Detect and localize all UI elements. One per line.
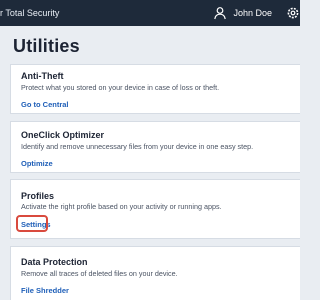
page-title: Utilities — [13, 36, 80, 56]
card-title: Data Protection — [21, 257, 88, 267]
top-bar: r Total Security John Doe — [0, 0, 300, 26]
card-description: Protect what you stored on your device i… — [21, 83, 220, 92]
app-title: r Total Security — [0, 8, 60, 18]
card-anti-theft: Anti-Theft Protect what you stored on yo… — [10, 64, 300, 114]
card-description: Activate the right profile based on your… — [21, 202, 222, 211]
settings-link-highlight — [16, 215, 48, 232]
gear-icon[interactable] — [286, 6, 300, 20]
card-title: OneClick Optimizer — [21, 130, 105, 140]
card-oneclick-optimizer: OneClick Optimizer Identify and remove u… — [10, 121, 300, 173]
optimize-link[interactable]: Optimize — [21, 159, 53, 168]
person-icon — [213, 6, 227, 20]
card-profiles: Profiles Activate the right profile base… — [10, 179, 300, 239]
file-shredder-link[interactable]: File Shredder — [21, 286, 69, 295]
user-menu[interactable]: John Doe — [213, 0, 300, 26]
card-data-protection: Data Protection Remove all traces of del… — [10, 246, 300, 300]
card-description: Identify and remove unnecessary files fr… — [21, 142, 254, 151]
user-name: John Doe — [233, 8, 272, 18]
card-title: Profiles — [21, 191, 55, 201]
card-description: Remove all traces of deleted files on yo… — [21, 269, 178, 278]
go-to-central-link[interactable]: Go to Central — [21, 100, 69, 109]
card-title: Anti-Theft — [21, 71, 64, 81]
